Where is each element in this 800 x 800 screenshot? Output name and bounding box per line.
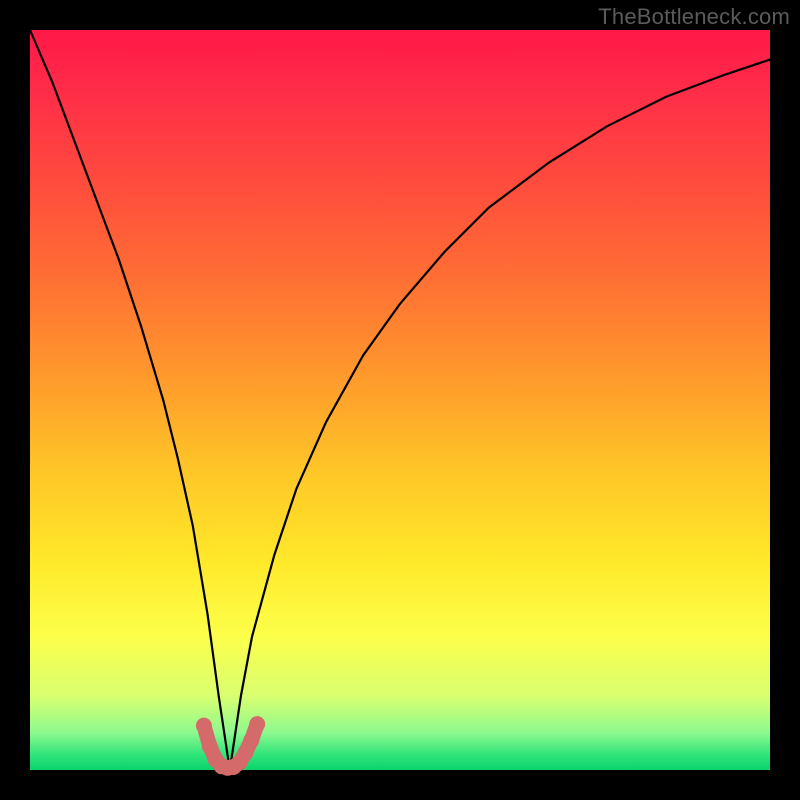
chart-frame: TheBottleneck.com	[0, 0, 800, 800]
trough-marker	[196, 716, 265, 776]
trough-marker-dot	[243, 732, 259, 748]
watermark-text: TheBottleneck.com	[598, 4, 790, 30]
trough-marker-dot	[249, 716, 265, 732]
plot-area	[30, 30, 770, 770]
curve-layer	[30, 30, 770, 770]
bottleneck-curve	[30, 30, 770, 770]
trough-marker-dot	[196, 718, 212, 734]
